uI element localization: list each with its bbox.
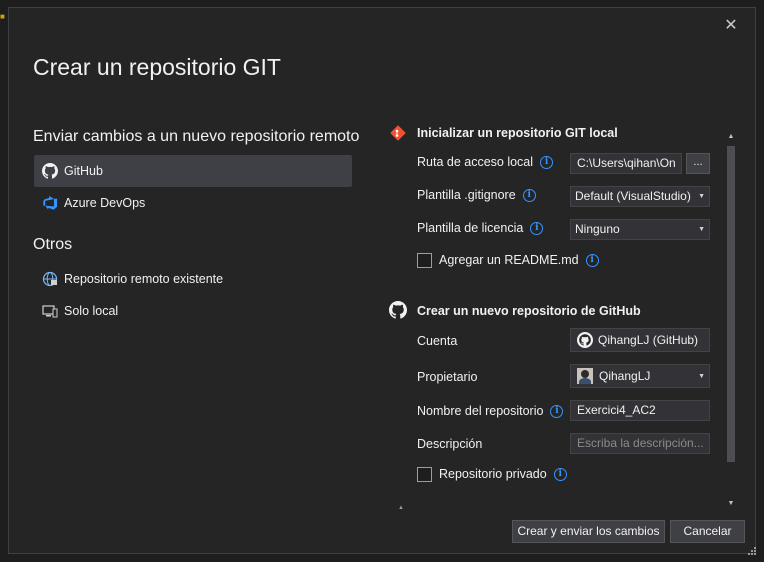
local-path-input[interactable]: C:\Users\qihan\On: [570, 153, 682, 174]
description-label: Descripción: [417, 437, 483, 451]
description-input[interactable]: Escriba la descripción...: [570, 433, 710, 454]
scroll-down-arrow-icon[interactable]: ▼: [726, 499, 736, 509]
account-label: Cuenta: [417, 334, 458, 348]
owner-dropdown[interactable]: QihangLJ ▼: [570, 364, 710, 388]
info-icon[interactable]: i: [553, 467, 567, 481]
nav-item-label: Azure DevOps: [64, 196, 146, 210]
scroll-up-arrow-icon[interactable]: ▲: [726, 132, 736, 142]
github-icon: [577, 332, 593, 348]
scroll-thumb[interactable]: [727, 146, 735, 462]
readme-label: Agregar un README.md i: [439, 253, 599, 267]
info-icon[interactable]: i: [550, 404, 564, 418]
chevron-down-icon: ▼: [698, 373, 705, 380]
repo-name-input[interactable]: Exercici4_AC2: [570, 400, 710, 421]
info-icon[interactable]: i: [522, 188, 536, 202]
repository-settings-panel: Inicializar un repositorio GIT local Rut…: [384, 121, 734, 504]
window-edge-marker: ■: [0, 12, 5, 21]
local-computer-icon: [42, 303, 58, 319]
nav-item-github[interactable]: GitHub: [34, 155, 352, 187]
azure-devops-icon: [42, 195, 58, 211]
license-label: Plantilla de licencia i: [417, 221, 544, 235]
push-section-heading: Enviar cambios a un nuevo repositorio re…: [33, 128, 360, 145]
info-icon[interactable]: i: [530, 221, 544, 235]
nav-item-local-only[interactable]: Solo local: [34, 295, 352, 327]
next-section-peek: ▲: [398, 505, 404, 511]
vertical-scrollbar[interactable]: ▲ ▼: [724, 130, 738, 511]
readme-checkbox[interactable]: [417, 253, 432, 268]
resize-grip-icon[interactable]: [746, 544, 756, 555]
license-dropdown[interactable]: Ninguno ▼: [570, 219, 710, 240]
github-repo-section-title: Crear un nuevo repositorio de GitHub: [417, 304, 641, 318]
globe-remote-icon: [42, 271, 58, 287]
info-icon[interactable]: i: [585, 253, 599, 267]
chevron-down-icon: ▼: [698, 226, 705, 233]
avatar: [577, 368, 593, 384]
account-selector[interactable]: QihangLJ (GitHub): [570, 328, 710, 352]
nav-item-label: Solo local: [64, 304, 119, 318]
others-section-heading: Otros: [33, 236, 73, 253]
github-icon: [389, 301, 407, 319]
create-git-repository-dialog: ✕ Crear un repositorio GIT Enviar cambio…: [8, 7, 756, 554]
nav-item-label: Repositorio remoto existente: [64, 272, 224, 286]
private-repo-checkbox[interactable]: [417, 467, 432, 482]
git-icon: [389, 124, 407, 142]
nav-item-azure-devops[interactable]: Azure DevOps: [34, 187, 352, 219]
local-path-label: Ruta de acceso local i: [417, 155, 554, 169]
info-icon[interactable]: i: [540, 155, 554, 169]
gitignore-dropdown[interactable]: Default (VisualStudio) ▼: [570, 186, 710, 207]
github-icon: [42, 163, 58, 179]
nav-item-existing-remote[interactable]: Repositorio remoto existente: [34, 263, 352, 295]
repo-name-label: Nombre del repositorio i: [417, 404, 564, 418]
browse-button[interactable]: ...: [686, 153, 710, 174]
local-repo-section-title: Inicializar un repositorio GIT local: [417, 126, 618, 140]
cancel-button[interactable]: Cancelar: [670, 520, 745, 543]
chevron-down-icon: ▼: [698, 193, 705, 200]
dialog-title: Crear un repositorio GIT: [33, 54, 281, 80]
create-and-push-button[interactable]: Crear y enviar los cambios: [512, 520, 665, 543]
gitignore-label: Plantilla .gitignore i: [417, 188, 536, 202]
nav-item-label: GitHub: [64, 164, 103, 178]
private-repo-label: Repositorio privado i: [439, 467, 567, 481]
close-button[interactable]: ✕: [723, 18, 739, 34]
owner-label: Propietario: [417, 370, 478, 384]
